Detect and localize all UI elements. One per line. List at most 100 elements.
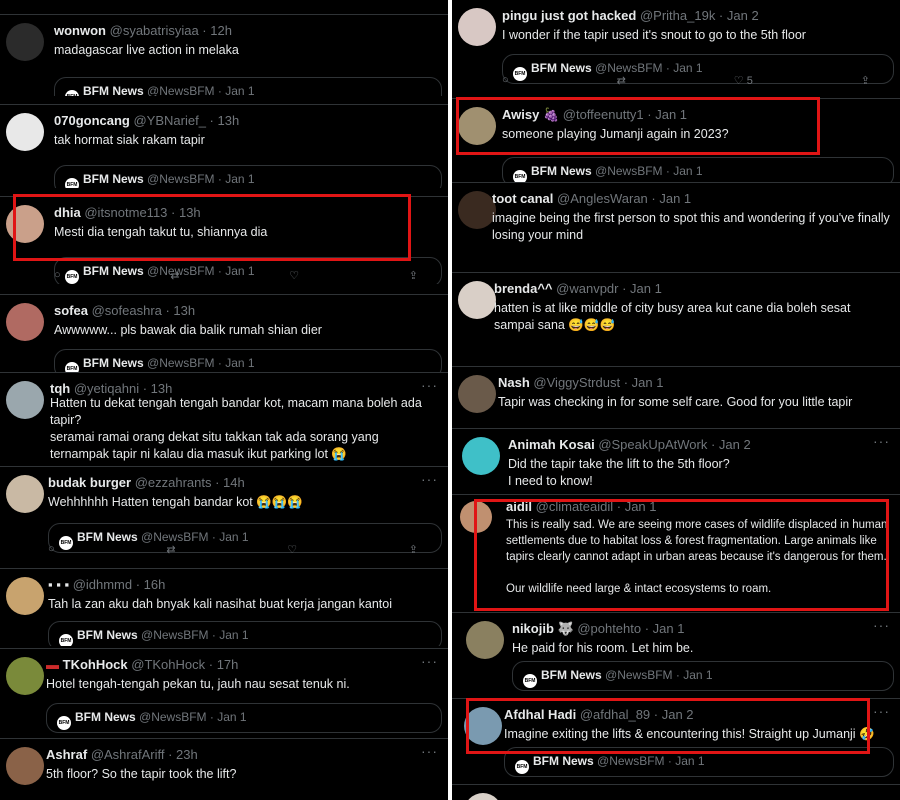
tweet[interactable]: tqh @yetiqahni · 13h ··· Hatten tu dekat… <box>0 372 448 466</box>
handle-time[interactable]: @yetiqahni · 13h <box>74 381 172 396</box>
avatar[interactable] <box>6 23 44 61</box>
like-icon[interactable]: ♡ <box>734 75 744 87</box>
display-name[interactable]: TKohHock <box>63 657 128 672</box>
display-name[interactable]: toot canal <box>492 191 553 206</box>
like-icon[interactable]: ♡ <box>289 269 299 283</box>
handle-time[interactable]: @idhmmd · 16h <box>73 577 166 592</box>
reply-icon[interactable]: ○ <box>502 74 509 88</box>
handle-time[interactable]: @ezzahrants · 14h <box>135 475 245 490</box>
handle-time[interactable]: @ViggyStrdust · Jan 1 <box>533 375 663 390</box>
quoted-tweet[interactable]: BFM BFM News @NewsBFM · Jan 1 <box>504 747 894 777</box>
handle-time[interactable]: @sofeashra · 13h <box>92 303 196 318</box>
reply-icon[interactable]: ○ <box>54 269 61 283</box>
display-name[interactable]: sofea <box>54 303 88 318</box>
retweet-icon[interactable]: ⇄ <box>166 543 175 557</box>
tweet[interactable]: Animah Kosai @SpeakUpAtWork · Jan 2 ··· … <box>452 428 900 492</box>
retweet-icon[interactable]: ⇄ <box>170 269 179 283</box>
tweet[interactable] <box>452 784 900 800</box>
share-icon[interactable]: ⇪ <box>409 269 418 283</box>
avatar[interactable] <box>6 657 44 695</box>
display-name[interactable]: Afdhal Hadi <box>504 707 576 722</box>
handle-time[interactable]: @YBNarief_ · 13h <box>133 113 239 128</box>
display-name[interactable]: pingu just got hacked <box>502 8 636 23</box>
quoted-tweet[interactable]: BFM BFM News @NewsBFM · Jan 1 <box>512 661 894 691</box>
avatar[interactable] <box>464 793 502 800</box>
more-options-icon[interactable]: ··· <box>873 703 890 719</box>
avatar[interactable] <box>6 475 44 513</box>
quoted-tweet[interactable]: BFM BFM News @NewsBFM · Jan 1 <box>48 621 442 646</box>
share-icon[interactable]: ⇪ <box>409 543 418 557</box>
like-group[interactable]: ♡ 5 <box>734 74 753 88</box>
tweet[interactable]: sofea @sofeashra · 13h Awwwww... pls baw… <box>0 294 448 372</box>
more-options-icon[interactable]: ··· <box>873 617 890 633</box>
avatar[interactable] <box>6 381 44 419</box>
avatar[interactable] <box>460 501 492 533</box>
more-options-icon[interactable]: ··· <box>873 433 890 449</box>
tweet[interactable]: nikojib 🐺 @pohtehto · Jan 1 ··· He paid … <box>452 612 900 696</box>
tweet[interactable]: wonwon @syabatrisyiaa · 12h madagascar l… <box>0 14 448 96</box>
avatar[interactable] <box>462 437 500 475</box>
tweet[interactable]: ▪ ▪ ▪ @idhmmd · 16h Tah la zan aku dah b… <box>0 568 448 646</box>
display-name[interactable]: wonwon <box>54 23 106 38</box>
display-name[interactable]: tqh <box>50 381 70 396</box>
handle-time[interactable]: @Pritha_19k · Jan 2 <box>640 8 759 23</box>
like-icon[interactable]: ♡ <box>287 543 297 557</box>
avatar[interactable] <box>458 191 496 229</box>
tweet[interactable]: toot canal @AnglesWaran · Jan 1 imagine … <box>452 182 900 272</box>
avatar[interactable] <box>6 747 44 785</box>
tweet[interactable]: aidil @climateaidil · Jan 1 This is real… <box>452 494 900 606</box>
handle-time[interactable]: @TKohHock · 17h <box>131 657 238 672</box>
avatar[interactable] <box>458 375 496 413</box>
avatar[interactable] <box>458 8 496 46</box>
tweet[interactable]: 070goncang @YBNarief_ · 13h tak hormat s… <box>0 104 448 188</box>
display-name[interactable]: budak burger <box>48 475 131 490</box>
more-options-icon[interactable]: ··· <box>421 377 438 393</box>
tweet[interactable]: ▬ TKohHock @TKohHock · 17h ··· Hotel ten… <box>0 648 448 738</box>
handle-time[interactable]: @afdhal_89 · Jan 2 <box>580 707 694 722</box>
retweet-icon[interactable]: ⇄ <box>617 74 626 88</box>
display-name[interactable]: Animah Kosai <box>508 437 595 452</box>
display-name[interactable]: nikojib 🐺 <box>512 621 574 636</box>
display-name[interactable]: brenda^^ <box>494 281 553 296</box>
display-name[interactable]: dhia <box>54 205 81 220</box>
quoted-tweet[interactable]: BFM BFM News @NewsBFM · Jan 1 <box>502 157 894 182</box>
tweet[interactable]: Afdhal Hadi @afdhal_89 · Jan 2 ··· Imagi… <box>452 698 900 780</box>
display-name[interactable]: Awisy 🍇 <box>502 107 559 122</box>
display-name[interactable]: aidil <box>506 499 532 514</box>
quoted-tweet[interactable]: BFM BFM News @NewsBFM · Jan 1 <box>54 165 442 188</box>
avatar[interactable] <box>6 205 44 243</box>
handle-time[interactable]: @wanvpdr · Jan 1 <box>556 281 662 296</box>
display-name[interactable]: ▪ ▪ ▪ <box>48 577 69 592</box>
avatar[interactable] <box>458 281 496 319</box>
handle-time[interactable]: @AnglesWaran · Jan 1 <box>557 191 691 206</box>
tweet[interactable]: pingu just got hacked @Pritha_19k · Jan … <box>452 0 900 96</box>
tweet[interactable]: dhia @itsnotme113 · 13h Mesti dia tengah… <box>0 196 448 284</box>
tweet[interactable]: Awisy 🍇 @toffeenutty1 · Jan 1 someone pl… <box>452 98 900 182</box>
handle-time[interactable]: @itsnotme113 · 13h <box>84 205 200 220</box>
avatar[interactable] <box>466 621 504 659</box>
more-options-icon[interactable]: ··· <box>421 743 438 759</box>
reply-icon[interactable]: ○ <box>48 543 55 557</box>
tweet[interactable]: brenda^^ @wanvpdr · Jan 1 hatten is at l… <box>452 272 900 362</box>
more-options-icon[interactable]: ··· <box>421 653 438 669</box>
display-name[interactable]: 070goncang <box>54 113 130 128</box>
quoted-tweet[interactable]: BFM BFM News @NewsBFM · Jan 1 <box>54 77 442 96</box>
quoted-tweet[interactable]: BFM BFM News @NewsBFM · Jan 1 <box>46 703 442 733</box>
handle-time[interactable]: @syabatrisyiaa · 12h <box>110 23 232 38</box>
tweet[interactable]: Nash @ViggyStrdust · Jan 1 Tapir was che… <box>452 366 900 428</box>
avatar[interactable] <box>464 707 502 745</box>
avatar[interactable] <box>6 113 44 151</box>
handle-time[interactable]: @SpeakUpAtWork · Jan 2 <box>598 437 750 452</box>
avatar[interactable] <box>458 107 496 145</box>
handle-time[interactable]: @toffeenutty1 · Jan 1 <box>563 107 687 122</box>
avatar[interactable] <box>6 303 44 341</box>
share-icon[interactable]: ⇪ <box>861 74 870 88</box>
handle-time[interactable]: @pohtehto · Jan 1 <box>577 621 684 636</box>
more-options-icon[interactable]: ··· <box>421 471 438 487</box>
display-name[interactable]: Ashraf <box>46 747 87 762</box>
display-name[interactable]: Nash <box>498 375 530 390</box>
tweet[interactable]: budak burger @ezzahrants · 14h ··· Wehhh… <box>0 466 448 558</box>
tweet[interactable]: Ashraf @AshrafAriff · 23h ··· 5th floor?… <box>0 738 448 800</box>
handle-time[interactable]: @AshrafAriff · 23h <box>91 747 198 762</box>
quoted-tweet[interactable]: BFM BFM News @NewsBFM · Jan 1 <box>54 349 442 372</box>
